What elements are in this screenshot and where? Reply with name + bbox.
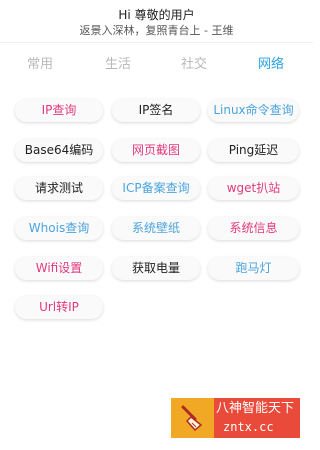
watermark-title: 八神智能天下 <box>216 401 295 416</box>
url-to-ip-button[interactable]: Url转IP <box>15 296 103 319</box>
ping-latency-button[interactable]: Ping延迟 <box>208 139 299 162</box>
request-test-button[interactable]: 请求测试 <box>15 177 103 200</box>
tab-network[interactable]: 网络 <box>241 57 301 73</box>
linux-command-query-button[interactable]: Linux命令查询 <box>208 99 299 122</box>
greeting-text: Hi 尊敬的用户 <box>118 8 195 22</box>
wifi-settings-button[interactable]: Wifi设置 <box>15 257 103 280</box>
whois-query-button[interactable]: Whois查询 <box>15 217 103 240</box>
marquee-button[interactable]: 跑马灯 <box>208 257 299 280</box>
ip-signature-button[interactable]: IP签名 <box>112 99 200 122</box>
header: Hi 尊敬的用户 返景入深林，复照青台上 - 王维 <box>0 0 313 42</box>
wget-site-copy-button[interactable]: wget扒站 <box>208 177 299 200</box>
site-watermark: 八神智能天下 zntx.cc <box>171 398 300 438</box>
tab-life[interactable]: 生活 <box>88 57 148 73</box>
icp-record-query-button[interactable]: ICP备案查询 <box>112 177 200 200</box>
ip-query-button[interactable]: IP查询 <box>15 99 103 122</box>
base64-encode-button[interactable]: Base64编码 <box>15 139 103 162</box>
webpage-screenshot-button[interactable]: 网页截图 <box>112 139 200 162</box>
system-wallpaper-button[interactable]: 系统壁纸 <box>112 217 200 240</box>
category-tabs: 常用 生活 社交 网络 <box>0 42 313 87</box>
broom-icon <box>171 398 214 438</box>
tool-grid: IP查询 IP签名 Linux命令查询 Base64编码 网页截图 Ping延迟… <box>0 86 313 336</box>
battery-level-button[interactable]: 获取电量 <box>112 257 200 280</box>
system-info-button[interactable]: 系统信息 <box>208 217 299 240</box>
tab-common[interactable]: 常用 <box>10 57 70 73</box>
quote-text: 返景入深林，复照青台上 - 王维 <box>79 24 234 37</box>
tab-social[interactable]: 社交 <box>164 57 224 73</box>
watermark-site: zntx.cc <box>223 420 274 434</box>
